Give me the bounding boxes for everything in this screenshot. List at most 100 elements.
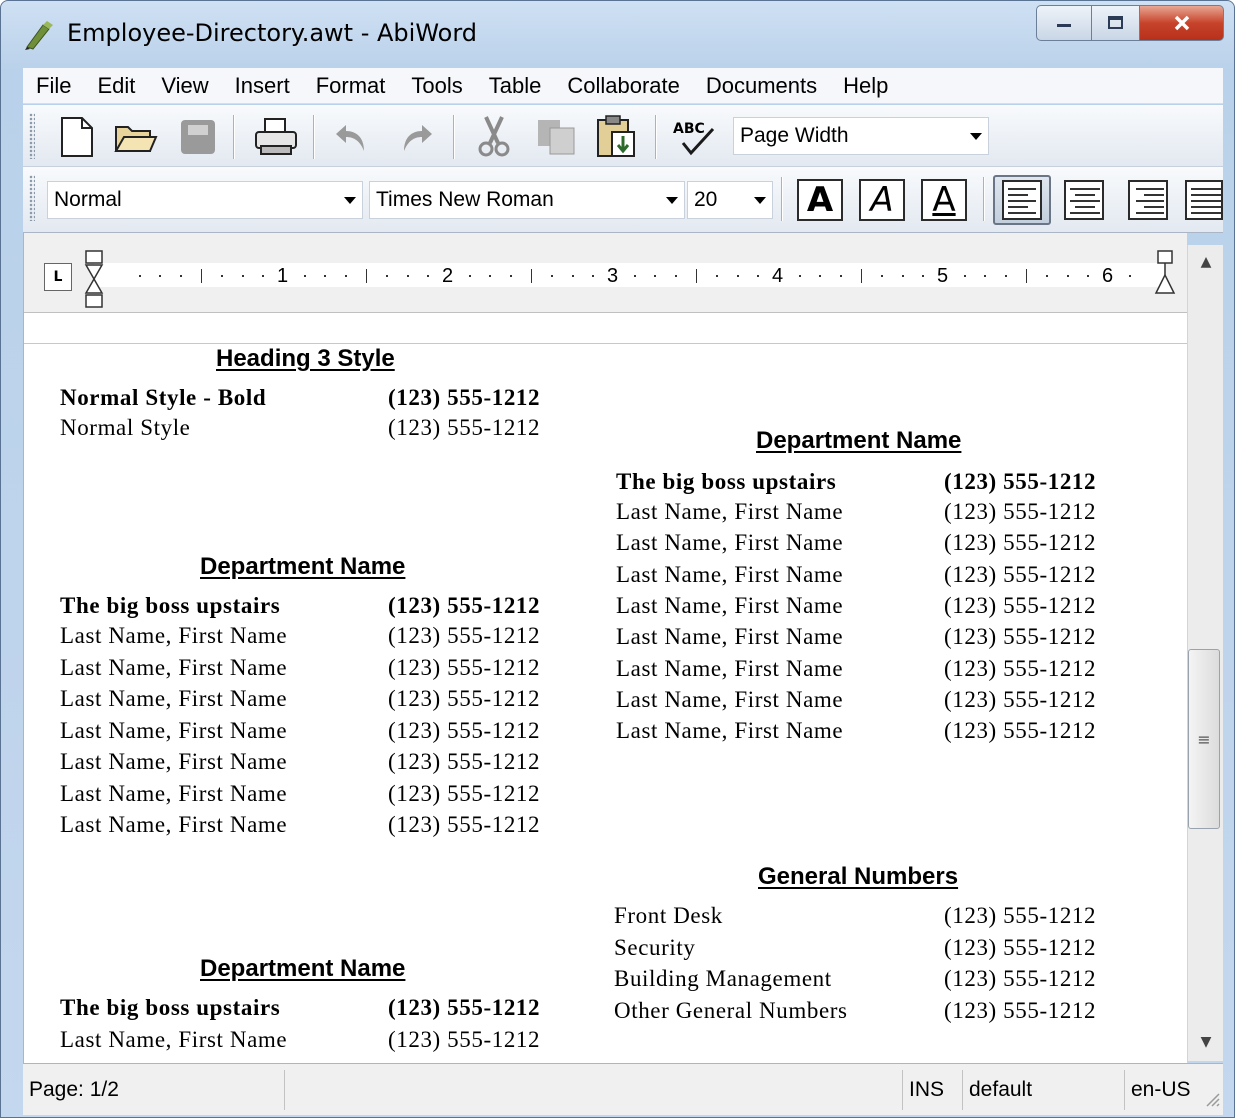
ruler-half-tick bbox=[366, 269, 367, 283]
menu-tools[interactable]: Tools bbox=[398, 73, 475, 99]
menu-format[interactable]: Format bbox=[303, 73, 399, 99]
new-document-button[interactable] bbox=[51, 113, 101, 161]
employee-name: Last Name, First Name bbox=[60, 686, 288, 711]
tab-stop-selector[interactable]: L bbox=[44, 263, 72, 291]
new-document-icon bbox=[61, 117, 93, 157]
align-center-button[interactable] bbox=[1055, 175, 1113, 225]
maximize-button[interactable] bbox=[1092, 5, 1140, 41]
align-left-button[interactable] bbox=[993, 175, 1051, 225]
menu-file[interactable]: File bbox=[23, 73, 84, 99]
save-disk-icon bbox=[181, 120, 215, 154]
boss-name: The big boss upstairs bbox=[60, 995, 281, 1020]
left-indent-marker-icon[interactable] bbox=[82, 249, 108, 311]
employee-name: Last Name, First Name bbox=[60, 623, 288, 648]
employee-name: Security bbox=[614, 934, 696, 960]
paste-button[interactable] bbox=[591, 113, 641, 161]
employee-phone: (123) 555-1212 bbox=[944, 655, 1097, 681]
right-indent-marker-icon[interactable] bbox=[1152, 249, 1178, 297]
spellcheck-button[interactable]: ABC bbox=[669, 113, 719, 161]
cut-button[interactable] bbox=[469, 113, 519, 161]
menu-bar: File Edit View Insert Format Tools Table… bbox=[23, 68, 1223, 104]
vertical-scrollbar[interactable]: ▲ ≡ ▼ bbox=[1187, 245, 1223, 1061]
menu-insert[interactable]: Insert bbox=[222, 73, 303, 99]
boss-phone: (123) 555-1212 bbox=[388, 593, 541, 618]
ruler-dot bbox=[572, 275, 574, 277]
employee-phone: (123) 555-1212 bbox=[944, 592, 1097, 618]
employee-name: Last Name, First Name bbox=[616, 499, 844, 524]
paste-clipboard-icon bbox=[597, 115, 635, 157]
toolbar-separator bbox=[453, 115, 455, 159]
align-right-button[interactable] bbox=[1119, 175, 1177, 225]
ruler-dot bbox=[489, 275, 491, 277]
employee-phone: (123) 555-1212 bbox=[944, 624, 1097, 650]
redo-button[interactable] bbox=[389, 113, 439, 161]
zoom-select[interactable]: Page Width bbox=[733, 117, 989, 155]
chevron-down-icon bbox=[964, 118, 988, 154]
document-area[interactable]: L 1 2 3 4 5 6 Heading 3 Style Normal Style - … bbox=[23, 233, 1187, 1063]
scroll-down-button[interactable]: ▼ bbox=[1188, 1025, 1224, 1059]
employee-name: Last Name, First Name bbox=[60, 1027, 288, 1052]
employee-phone: (123) 555-1212 bbox=[944, 997, 1097, 1023]
scroll-up-button[interactable]: ▲ bbox=[1188, 245, 1224, 279]
employee-phone: (123) 555-1212 bbox=[944, 561, 1097, 587]
ruler-track bbox=[94, 263, 1164, 287]
boss-phone: (123) 555-1212 bbox=[388, 995, 541, 1020]
menu-documents[interactable]: Documents bbox=[693, 73, 830, 99]
menu-edit[interactable]: Edit bbox=[84, 73, 148, 99]
align-center-icon bbox=[1064, 180, 1104, 220]
window-title: Employee-Directory.awt - AbiWord bbox=[67, 19, 478, 47]
grip-lines-icon: ≡ bbox=[1197, 729, 1211, 749]
save-button[interactable] bbox=[173, 113, 223, 161]
font-size-select[interactable]: 20 bbox=[687, 181, 773, 219]
font-select[interactable]: Times New Roman bbox=[369, 181, 685, 219]
align-justify-button[interactable] bbox=[1181, 175, 1223, 225]
menu-collaborate[interactable]: Collaborate bbox=[554, 73, 693, 99]
department-heading: Department Name bbox=[200, 955, 406, 982]
employee-name: Last Name, First Name bbox=[616, 686, 844, 712]
resize-grip-icon[interactable] bbox=[1203, 1090, 1221, 1108]
ruler-dot bbox=[324, 275, 326, 277]
ruler-dot bbox=[139, 275, 141, 277]
insert-mode: INS bbox=[903, 1070, 963, 1110]
svg-text:ABC: ABC bbox=[673, 121, 705, 137]
ruler-number: 1 bbox=[277, 265, 289, 287]
toolbar-grip[interactable] bbox=[29, 113, 35, 159]
arrow-up-icon: ▲ bbox=[1200, 254, 1212, 270]
ruler-dot bbox=[881, 275, 883, 277]
copy-button[interactable] bbox=[531, 113, 581, 161]
ruler-half-tick bbox=[531, 269, 532, 283]
employee-phone: (123) 555-1212 bbox=[388, 654, 541, 680]
italic-button[interactable]: A bbox=[859, 179, 905, 221]
ruler-dot bbox=[345, 275, 347, 277]
menu-view[interactable]: View bbox=[148, 73, 221, 99]
toolbar-grip[interactable] bbox=[29, 175, 35, 221]
ruler-dot bbox=[922, 275, 924, 277]
horizontal-ruler[interactable]: L 1 2 3 4 5 6 bbox=[24, 233, 1187, 313]
underline-button[interactable]: A bbox=[921, 179, 967, 221]
menu-table[interactable]: Table bbox=[476, 73, 555, 99]
ruler-dot bbox=[840, 275, 842, 277]
open-button[interactable] bbox=[111, 113, 161, 161]
employee-phone: (123) 555-1212 bbox=[388, 780, 541, 806]
align-justify-icon bbox=[1185, 180, 1223, 220]
scissors-icon bbox=[478, 116, 510, 157]
minimize-button[interactable] bbox=[1036, 5, 1092, 41]
align-right-icon bbox=[1128, 180, 1168, 220]
department-heading: Department Name bbox=[756, 427, 962, 454]
style-select[interactable]: Normal bbox=[47, 181, 363, 219]
title-bar[interactable]: Employee-Directory.awt - AbiWord bbox=[1, 1, 1234, 63]
menu-help[interactable]: Help bbox=[830, 73, 901, 99]
employee-name: Last Name, First Name bbox=[616, 561, 844, 587]
close-button[interactable] bbox=[1140, 5, 1224, 41]
chevron-down-icon bbox=[748, 182, 772, 218]
bold-button[interactable]: A bbox=[797, 179, 843, 221]
undo-button[interactable] bbox=[329, 113, 379, 161]
ruler-dot bbox=[1129, 275, 1131, 277]
boss-name: The big boss upstairs bbox=[616, 469, 837, 494]
general-numbers-heading: General Numbers bbox=[758, 863, 959, 890]
window-controls bbox=[1036, 5, 1224, 41]
print-button[interactable] bbox=[251, 113, 301, 161]
ruler-number: 5 bbox=[937, 265, 949, 287]
employee-phone: (123) 555-1212 bbox=[944, 530, 1097, 556]
scroll-thumb[interactable]: ≡ bbox=[1188, 649, 1220, 829]
